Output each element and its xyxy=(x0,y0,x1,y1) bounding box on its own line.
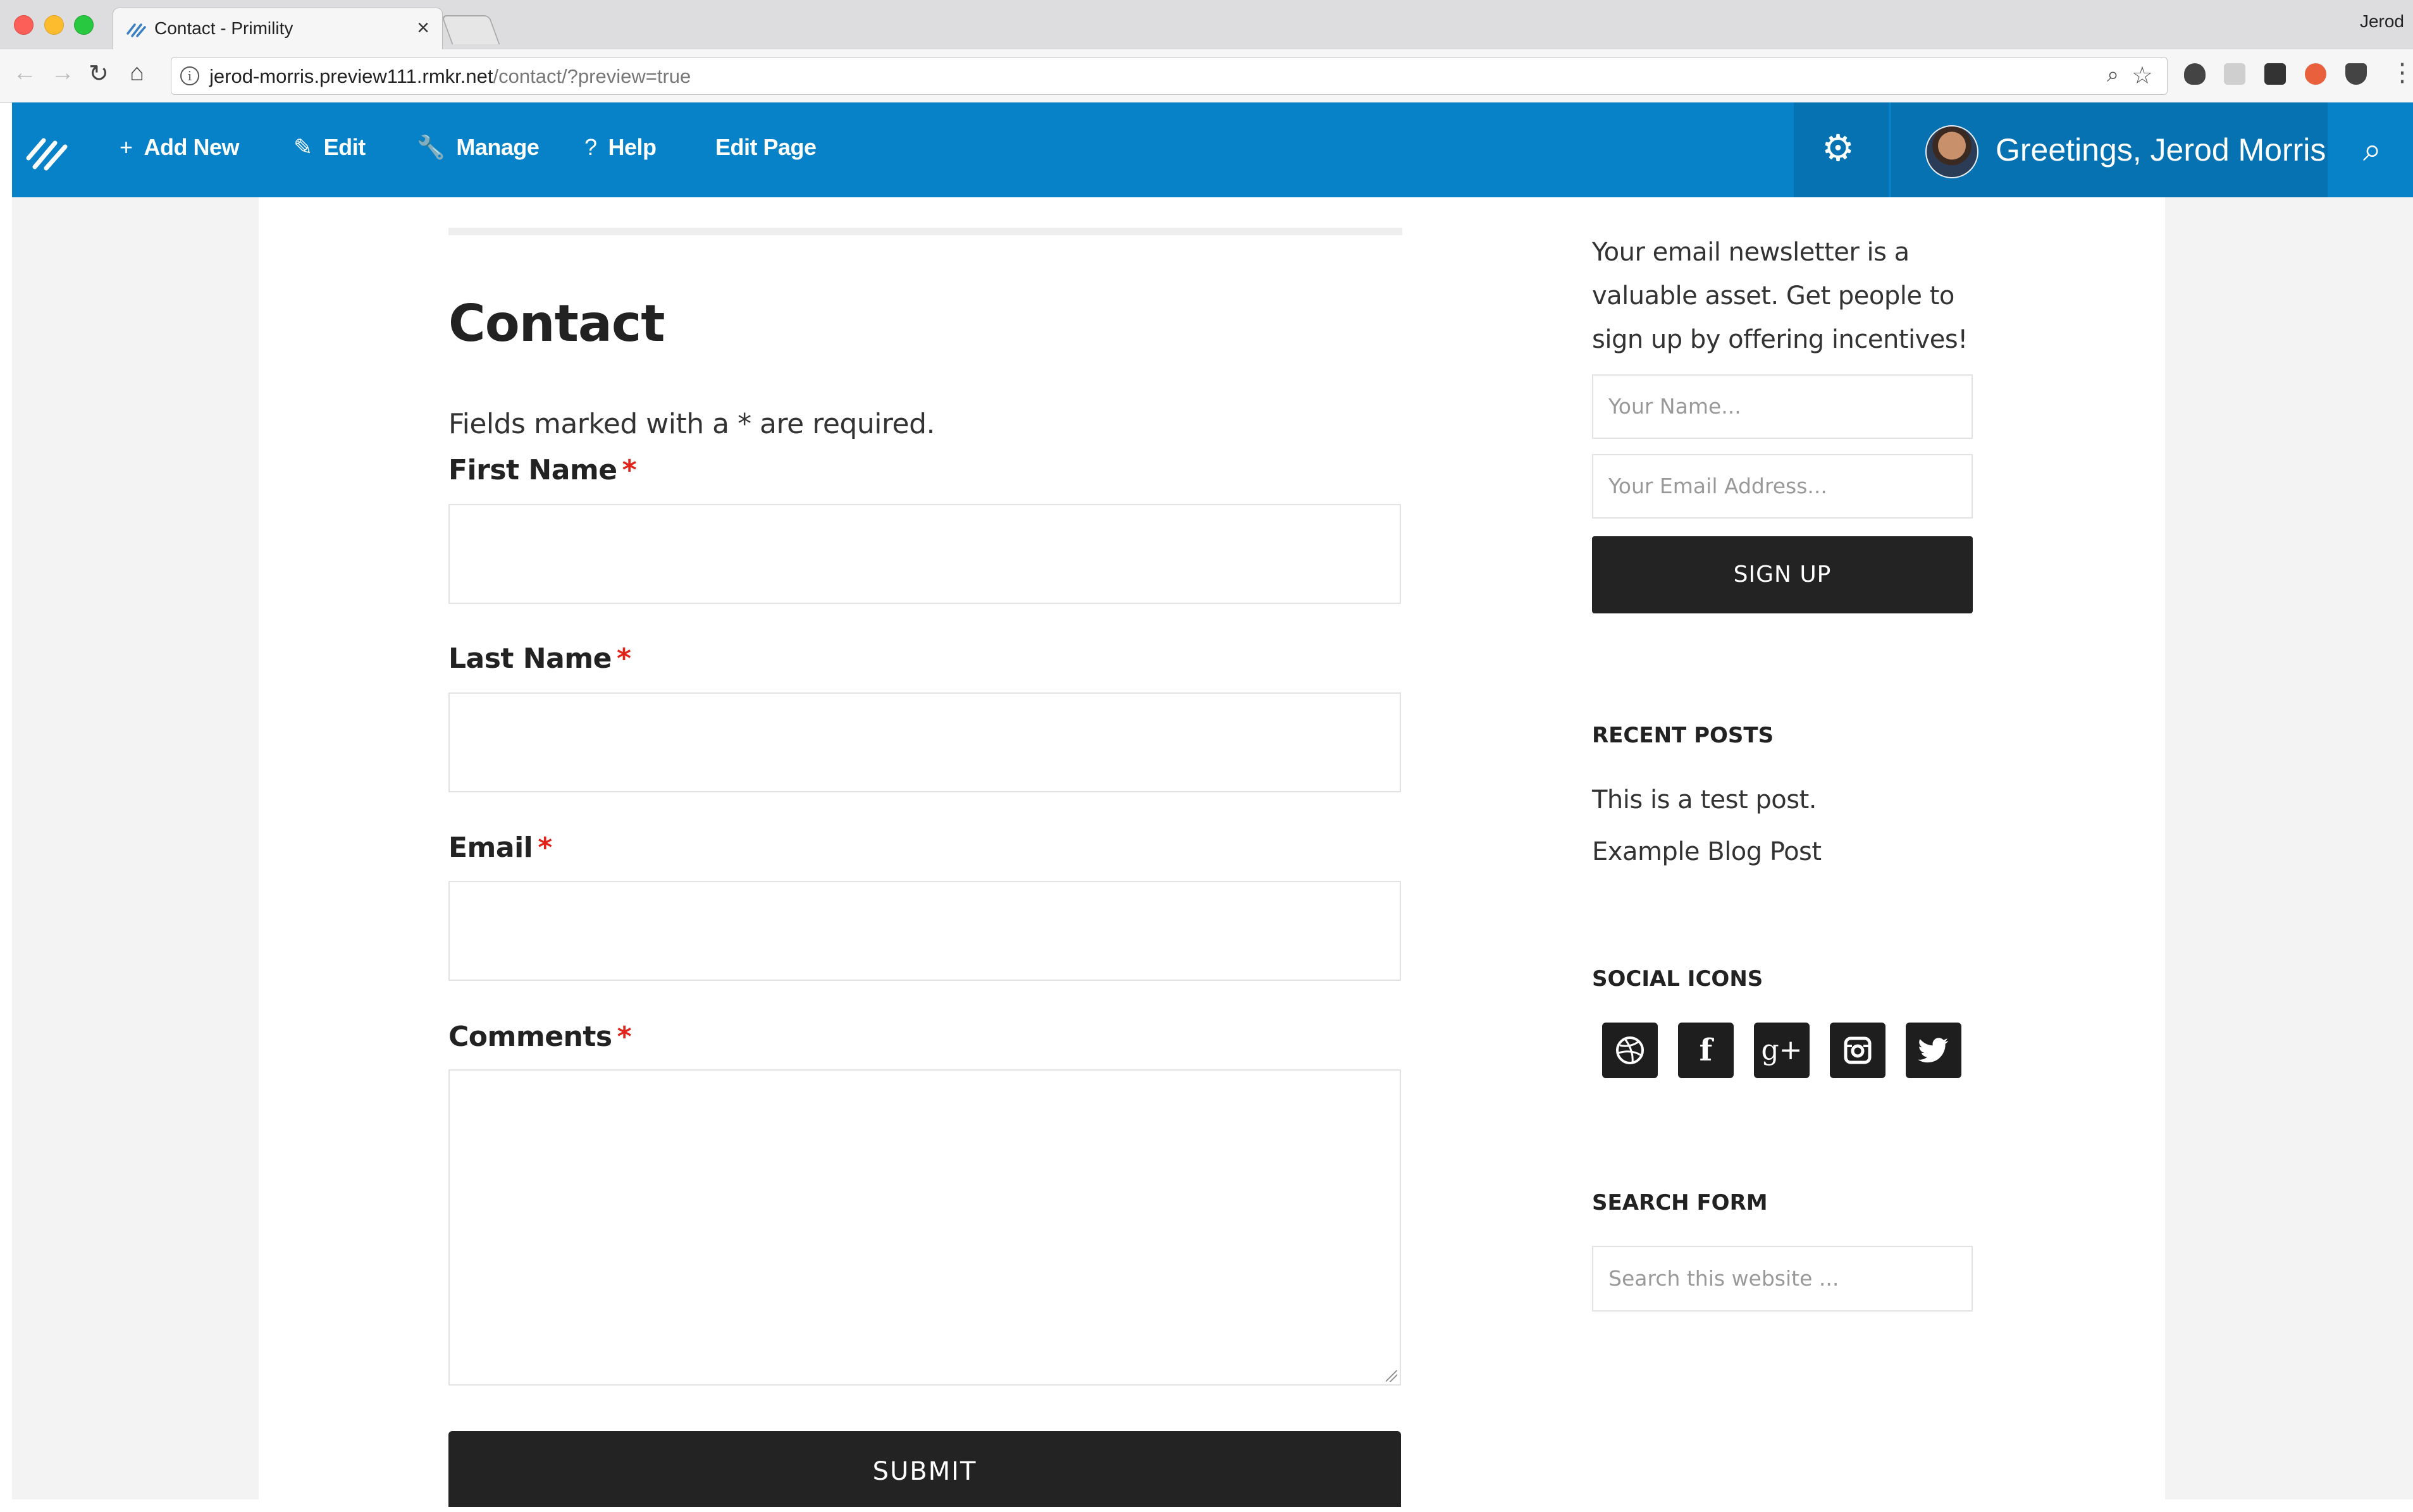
rainmaker-logo-icon[interactable] xyxy=(25,126,70,172)
pocket-extension-icon[interactable] xyxy=(2345,63,2367,85)
facebook-icon[interactable]: f xyxy=(1678,1023,1734,1078)
admin-bar: + Add New ✎ Edit 🔧 Manage ? Help Edit Page ⚙… xyxy=(12,102,2413,197)
help-label: Help xyxy=(608,134,657,160)
first-name-label: First Name * xyxy=(448,454,637,486)
submit-button[interactable]: SUBMIT xyxy=(448,1431,1401,1507)
back-arrow-icon[interactable]: ← xyxy=(13,59,37,87)
sidebar-search-input[interactable]: Search this website ... xyxy=(1592,1246,1973,1312)
user-menu[interactable]: Greetings, Jerod Morris xyxy=(1891,102,2328,197)
email-field[interactable] xyxy=(448,881,1401,981)
help-button[interactable]: ? Help xyxy=(584,134,657,161)
site-info-icon[interactable]: i xyxy=(180,66,199,85)
required-asterisk: * xyxy=(622,454,637,486)
edit-page-button[interactable]: Edit Page xyxy=(715,134,817,161)
comments-label: Comments * xyxy=(448,1021,632,1053)
greeting-text: Greetings, Jerod Morris xyxy=(1996,132,2326,168)
url-text[interactable]: jerod-morris.preview111.rmkr.net/contact… xyxy=(209,65,691,88)
tab-close-icon[interactable]: × xyxy=(417,16,429,40)
reload-icon[interactable]: ↻ xyxy=(89,59,109,88)
extension-icon[interactable] xyxy=(2224,63,2245,85)
address-bar[interactable]: i jerod-morris.preview111.rmkr.net/conta… xyxy=(171,57,2168,95)
page-title: Contact xyxy=(448,294,665,353)
browser-toolbar: ← → ↻ ⌂ i jerod-morris.preview111.rmkr.n… xyxy=(0,49,2413,103)
comments-label-text: Comments xyxy=(448,1021,612,1053)
window-minimize-button[interactable] xyxy=(44,15,64,35)
url-host: jerod-morris.preview111.rmkr.net xyxy=(209,65,493,87)
manage-button[interactable]: 🔧 Manage xyxy=(417,134,540,161)
required-asterisk: * xyxy=(616,642,631,675)
required-asterisk: * xyxy=(538,832,552,864)
search-icon[interactable]: ⌕ xyxy=(2363,131,2381,169)
newsletter-text: Your email newsletter is a valuable asse… xyxy=(1592,238,1968,354)
add-new-label: Add New xyxy=(144,134,240,160)
required-fields-note: Fields marked with a * are required. xyxy=(448,408,935,440)
instagram-icon[interactable] xyxy=(1830,1023,1885,1078)
browser-tab-strip: Contact - Primility × Jerod xyxy=(0,0,2413,50)
browser-tab[interactable]: Contact - Primility × xyxy=(113,8,443,50)
window-zoom-button[interactable] xyxy=(74,15,94,35)
manage-label: Manage xyxy=(456,134,540,160)
email-label-text: Email xyxy=(448,832,533,864)
required-asterisk: * xyxy=(617,1021,632,1053)
wrench-icon: 🔧 xyxy=(417,134,445,160)
dribbble-icon[interactable] xyxy=(1602,1023,1658,1078)
home-icon[interactable]: ⌂ xyxy=(130,59,144,87)
gear-icon: ⚙ xyxy=(1822,128,1854,169)
browser-profile-name[interactable]: Jerod xyxy=(2360,11,2404,32)
email-label: Email * xyxy=(448,832,552,864)
recent-post-link[interactable]: Example Blog Post xyxy=(1592,837,1822,866)
search-form-title: SEARCH FORM xyxy=(1592,1190,1768,1215)
help-icon: ? xyxy=(584,134,597,160)
google-plus-icon[interactable]: g+ xyxy=(1754,1023,1810,1078)
recent-posts-title: RECENT POSTS xyxy=(1592,723,1774,748)
evernote-extension-icon[interactable] xyxy=(2184,63,2206,85)
avatar xyxy=(1925,125,1978,178)
edit-label: Edit xyxy=(323,134,366,160)
last-name-field[interactable] xyxy=(448,692,1401,792)
inbox-extension-icon[interactable] xyxy=(2264,63,2286,85)
bookmark-star-icon[interactable]: ☆ xyxy=(2132,61,2153,90)
forward-arrow-icon[interactable]: → xyxy=(51,59,75,87)
window-close-button[interactable] xyxy=(14,15,34,35)
first-name-label-text: First Name xyxy=(448,454,617,486)
comments-textarea[interactable] xyxy=(448,1069,1401,1386)
url-path: /contact/?preview=true xyxy=(493,65,691,87)
add-new-button[interactable]: + Add New xyxy=(120,134,240,161)
edit-button[interactable]: ✎ Edit xyxy=(293,134,366,161)
plus-icon: + xyxy=(120,134,133,160)
site-favicon-icon xyxy=(127,23,146,37)
last-name-label-text: Last Name xyxy=(448,642,612,675)
tab-title: Contact - Primility xyxy=(154,18,293,38)
new-tab-button[interactable] xyxy=(441,15,500,44)
extension-badge-icon[interactable] xyxy=(2305,63,2326,85)
pencil-icon: ✎ xyxy=(293,134,312,160)
recent-post-link[interactable]: This is a test post. xyxy=(1592,785,1817,814)
newsletter-email-input[interactable]: Your Email Address... xyxy=(1592,454,1973,519)
twitter-icon[interactable] xyxy=(1906,1023,1961,1078)
resize-handle-icon[interactable] xyxy=(1386,1370,1397,1382)
sign-up-button[interactable]: SIGN UP xyxy=(1592,536,1973,613)
divider xyxy=(448,228,1402,235)
social-icons-title: SOCIAL ICONS xyxy=(1592,966,1763,992)
first-name-field[interactable] xyxy=(448,504,1401,604)
browser-menu-icon[interactable]: ⋮ xyxy=(2390,58,2413,87)
zoom-icon[interactable]: ⌕ xyxy=(2107,63,2119,87)
last-name-label: Last Name * xyxy=(448,642,631,675)
newsletter-name-input[interactable]: Your Name... xyxy=(1592,374,1973,439)
settings-button[interactable]: ⚙ xyxy=(1794,102,1889,197)
